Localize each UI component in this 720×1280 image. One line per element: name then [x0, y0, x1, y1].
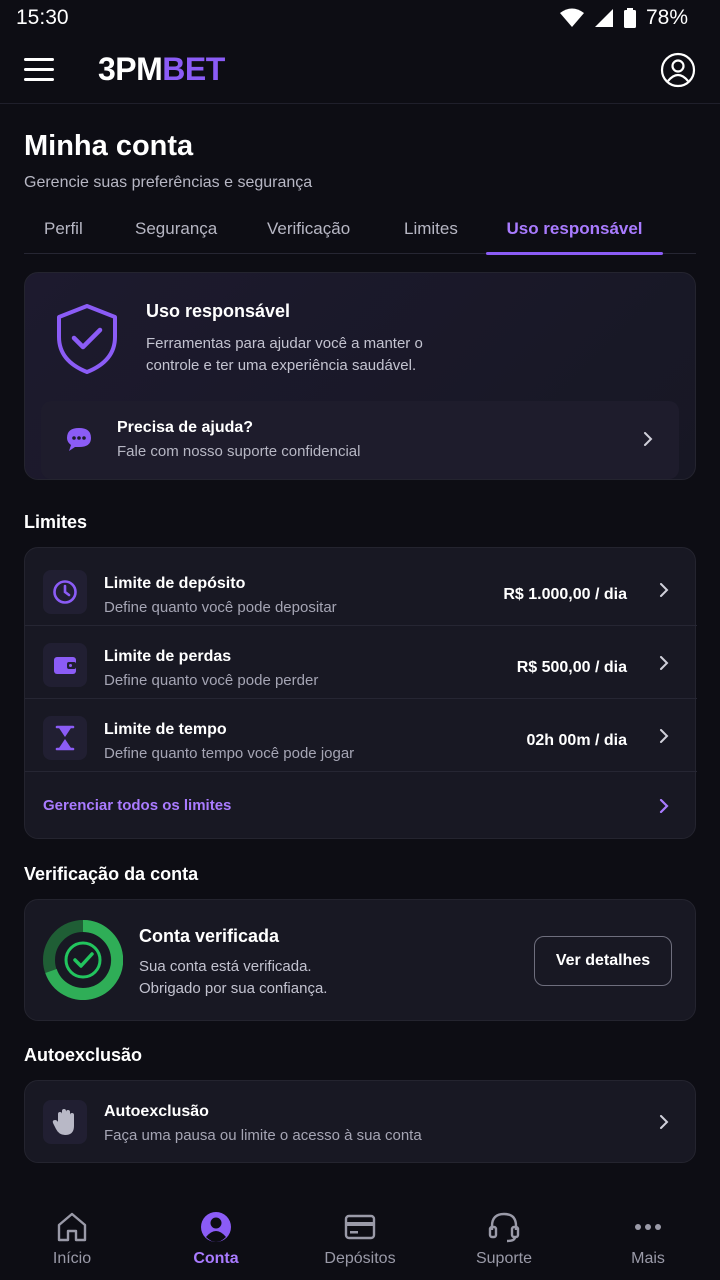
self-exclusion-section-title: Autoexclusão	[24, 1045, 143, 1065]
view-details-button[interactable]: Ver detalhes	[534, 936, 672, 986]
loss-limit-value: R$ 500,00 / dia	[516, 659, 627, 676]
tab-bar: Perfil Segurança Verificação Limites Uso…	[24, 204, 696, 255]
clock-icon	[43, 570, 87, 614]
responsible-use-description: Ferramentas para ajudar você a manter o …	[146, 335, 423, 374]
tab-uso-responsavel[interactable]: Uso responsável	[486, 204, 663, 255]
tab-perfil[interactable]: Perfil	[44, 204, 83, 254]
wifi-icon	[559, 8, 584, 27]
hourglass-icon	[43, 716, 87, 760]
page-subtitle: Gerencie suas preferências e segurança	[24, 174, 313, 191]
time-limit-row[interactable]: Limite de tempo Define quanto tempo você…	[25, 699, 697, 772]
responsible-use-title: Uso responsável	[146, 301, 291, 321]
deposit-limit-value: R$ 1.000,00 / dia	[503, 586, 627, 603]
chat-bubble-icon	[67, 428, 91, 451]
card-icon	[344, 1214, 376, 1240]
app-header: 3PMBET	[0, 36, 720, 104]
battery-icon	[623, 8, 636, 28]
chevron-right-icon	[660, 583, 669, 597]
nav-mais[interactable]: Mais	[578, 1184, 718, 1280]
tab-seguranca[interactable]: Segurança	[135, 204, 217, 254]
help-support-row[interactable]: Precisa de ajuda? Fale com nosso suporte…	[41, 401, 679, 479]
tab-limites[interactable]: Limites	[404, 204, 458, 254]
nav-depositos-label: Depósitos	[324, 1250, 396, 1267]
signal-icon	[594, 9, 613, 27]
help-title: Precisa de ajuda?	[117, 419, 254, 436]
chevron-right-icon	[660, 656, 669, 670]
nav-inicio-label: Início	[52, 1250, 92, 1267]
loss-limit-row[interactable]: Limite de perdas Define quanto você pode…	[25, 626, 697, 699]
verification-description: Sua conta está verificada. Obrigado por …	[139, 956, 327, 1000]
chevron-right-icon	[660, 729, 669, 743]
chevron-right-icon	[660, 1115, 669, 1129]
user-circle-icon	[201, 1212, 231, 1242]
deposit-limit-title: Limite de depósito	[104, 575, 246, 592]
bottom-navigation: Início Conta Depósitos Suporte Mais	[0, 1184, 720, 1280]
more-icon	[635, 1224, 661, 1230]
self-exclusion-row[interactable]: Autoexclusão Faça uma pausa ou limite o …	[24, 1080, 696, 1163]
nav-conta[interactable]: Conta	[146, 1184, 286, 1280]
time-limit-value: 02h 00m / dia	[526, 732, 628, 749]
tab-verificacao[interactable]: Verificação	[267, 204, 350, 254]
status-bar: 15:30 78%	[0, 0, 720, 36]
verified-check-icon	[43, 920, 123, 1000]
page-title: Minha conta	[24, 130, 194, 162]
shield-check-icon	[57, 304, 117, 374]
chevron-right-icon	[644, 432, 653, 446]
menu-icon[interactable]	[24, 54, 56, 86]
battery-level: 78%	[645, 6, 688, 29]
deposit-limit-row[interactable]: Limite de depósito Define quanto você po…	[25, 553, 697, 626]
nav-suporte-label: Suporte	[475, 1250, 533, 1267]
verification-card: Conta verificada Sua conta está verifica…	[24, 899, 696, 1021]
verification-title: Conta verificada	[139, 926, 280, 946]
limits-section-title: Limites	[24, 512, 88, 532]
nav-conta-label: Conta	[193, 1250, 239, 1267]
verification-line1: Sua conta está verificada.	[139, 958, 312, 975]
status-time: 15:30	[16, 6, 69, 29]
time-limit-title: Limite de tempo	[104, 721, 227, 738]
self-exclusion-subtitle: Faça uma pausa ou limite o acesso à sua …	[104, 1127, 422, 1144]
chevron-right-icon[interactable]	[657, 799, 671, 813]
headset-icon	[488, 1212, 520, 1243]
brand-logo: 3PMBET	[98, 51, 225, 88]
deposit-limit-subtitle: Define quanto você pode depositar	[104, 599, 337, 616]
hand-stop-icon	[43, 1100, 87, 1144]
limits-card: Limite de depósito Define quanto você po…	[24, 547, 697, 839]
brand-logo-part2: BET	[162, 51, 225, 87]
verification-section-title: Verificação da conta	[24, 864, 199, 884]
self-exclusion-title: Autoexclusão	[104, 1103, 209, 1120]
profile-icon[interactable]	[660, 52, 696, 88]
verification-line2: Obrigado por sua confiança.	[139, 980, 328, 997]
manage-limits-link[interactable]: Gerenciar todos os limites	[43, 797, 231, 814]
loss-limit-subtitle: Define quanto você pode perder	[104, 672, 319, 689]
nav-depositos[interactable]: Depósitos	[290, 1184, 430, 1280]
nav-mais-label: Mais	[631, 1250, 665, 1267]
home-icon	[57, 1212, 87, 1242]
time-limit-subtitle: Define quanto tempo você pode jogar	[104, 745, 355, 762]
loss-limit-title: Limite de perdas	[104, 648, 232, 665]
wallet-icon	[43, 643, 87, 687]
responsible-use-card: Uso responsável Ferramentas para ajudar …	[24, 272, 696, 480]
help-subtitle: Fale com nosso suporte confidencial	[117, 443, 361, 460]
nav-inicio[interactable]: Início	[2, 1184, 142, 1280]
brand-logo-part1: 3PM	[98, 51, 163, 87]
nav-suporte[interactable]: Suporte	[434, 1184, 574, 1280]
